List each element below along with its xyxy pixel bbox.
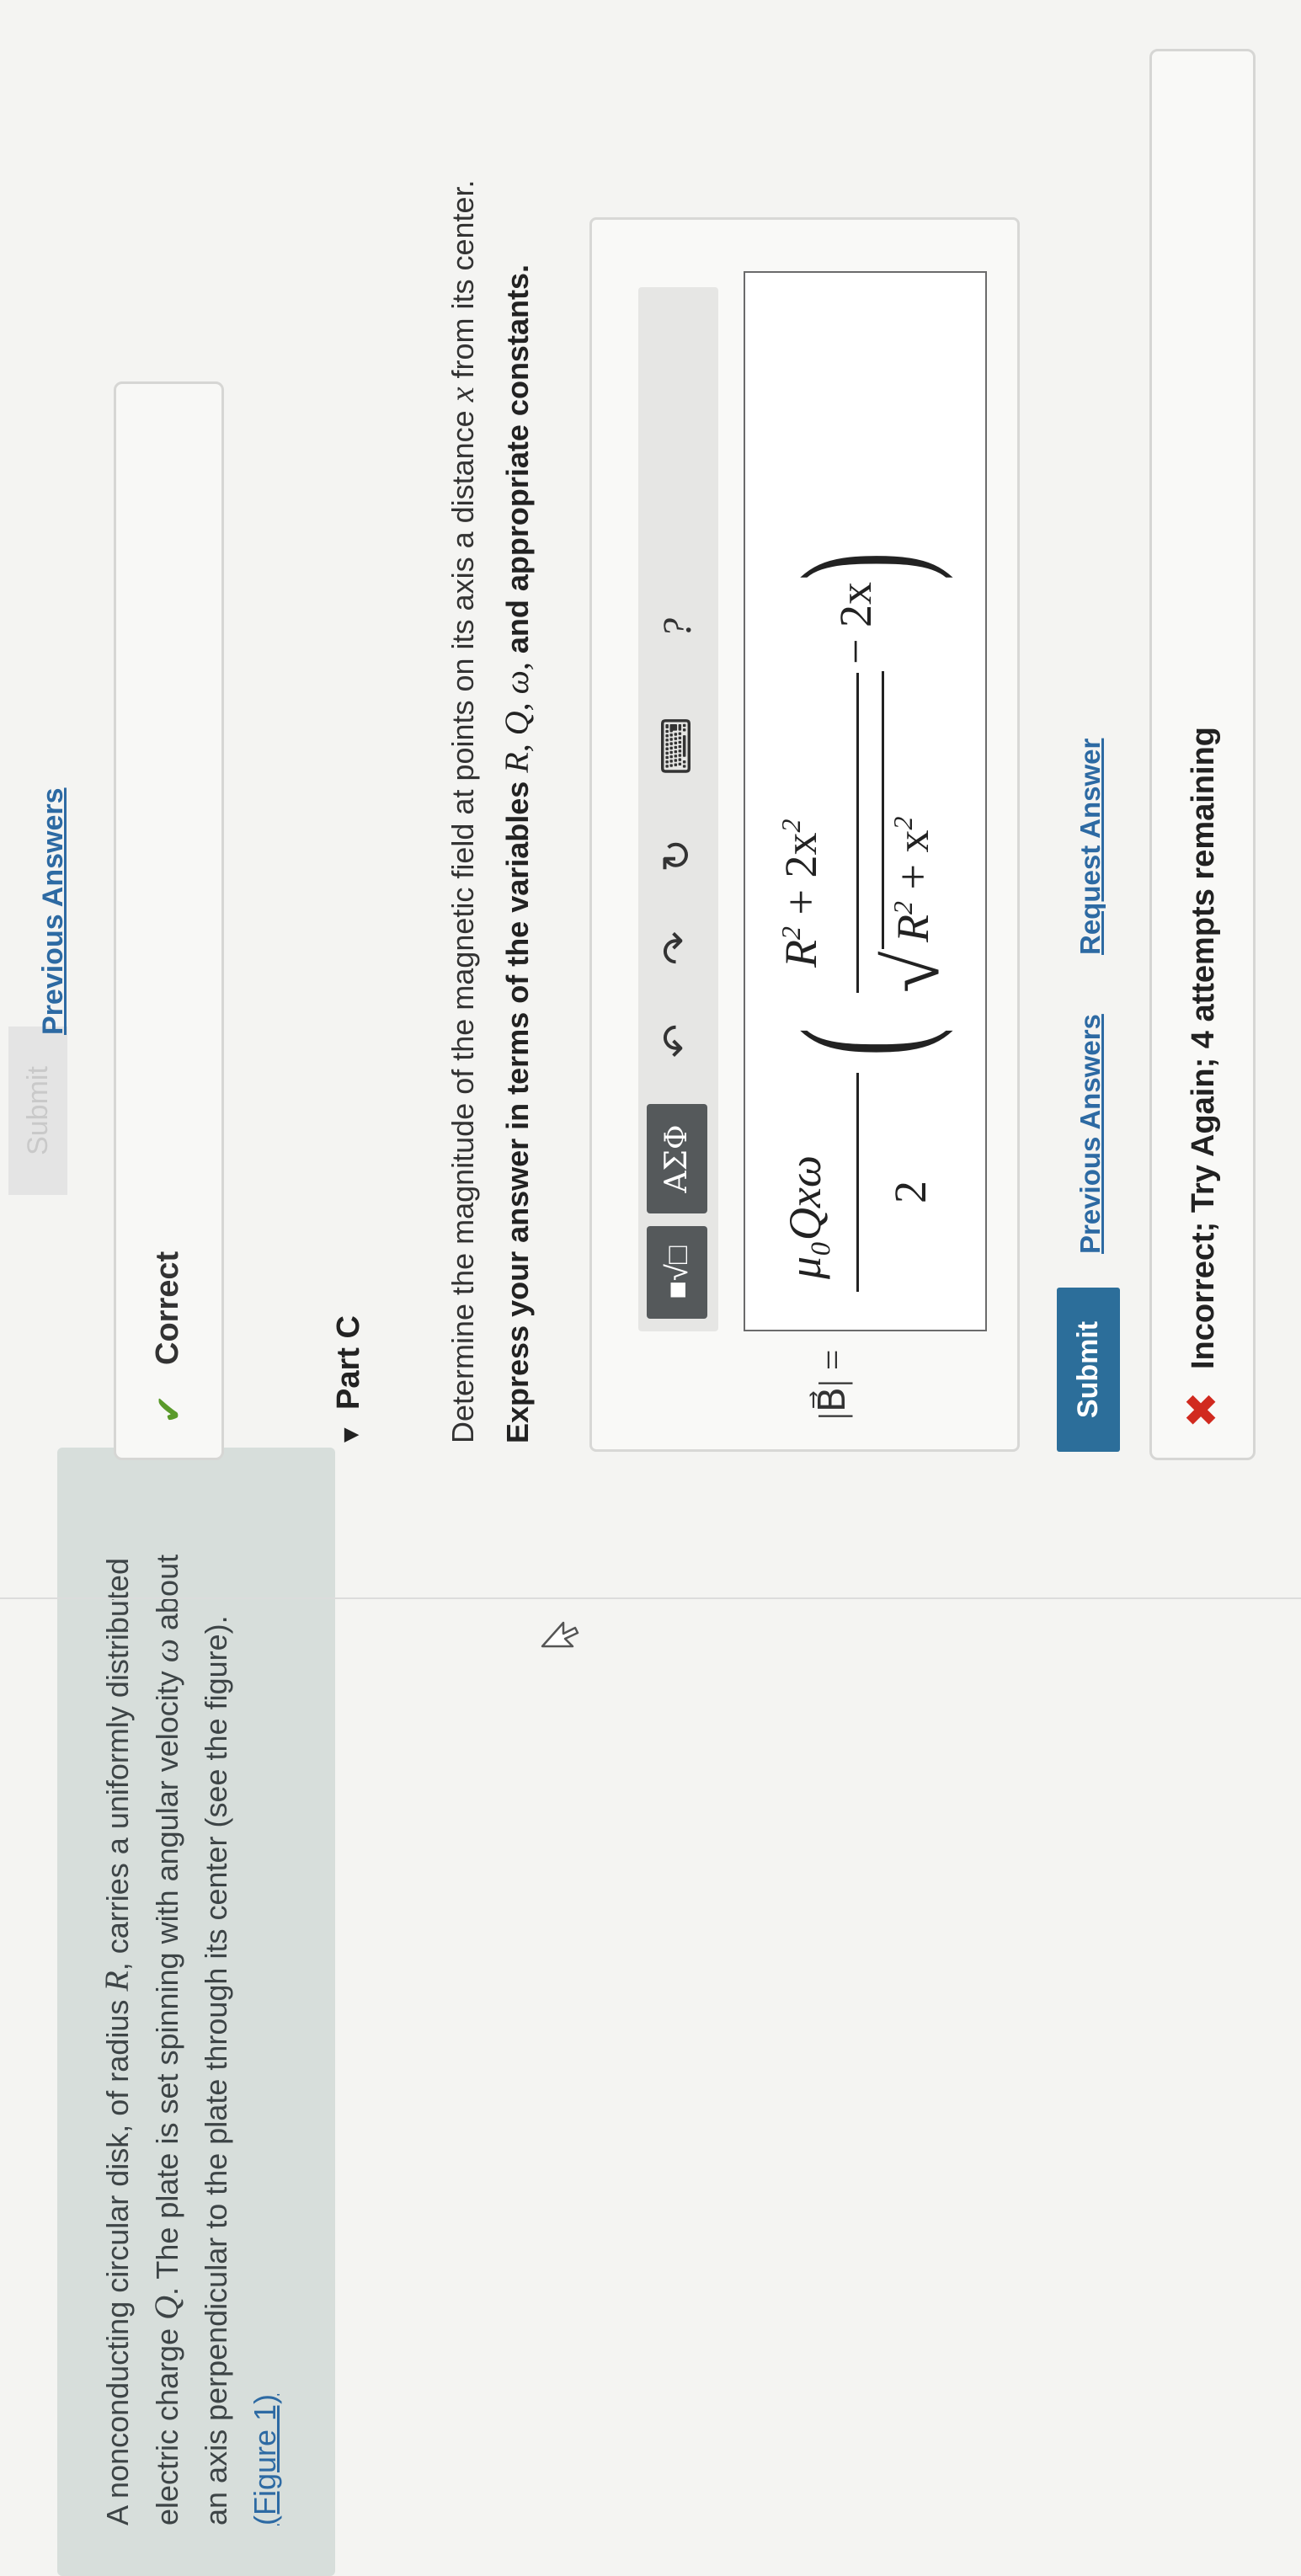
var-R: R	[98, 1971, 136, 1992]
submit-button[interactable]: Submit	[1057, 1288, 1120, 1452]
answer-input[interactable]: μ₀Qxω 2 ( R2 + 2x2 √ R2 + x2 − 2x )	[744, 271, 987, 1331]
correct-feedback: ✔ Correct	[114, 381, 224, 1460]
left-paren: (	[768, 1027, 954, 1056]
inner-numerator: R2 + 2x2	[776, 819, 826, 968]
inner-denominator: R2 + x2	[888, 816, 938, 942]
redo-icon[interactable]: ↷	[648, 919, 707, 978]
correct-label: Correct	[150, 1251, 185, 1365]
check-icon: ✔	[149, 1394, 189, 1424]
request-answer-link[interactable]: Request Answer	[1074, 739, 1106, 955]
formula-denominator: 2	[885, 1181, 936, 1203]
x-icon: ✖	[1178, 1391, 1227, 1428]
answer-lhs: |B⃗| =	[812, 1349, 853, 1420]
undo-icon[interactable]: ↶	[648, 1011, 707, 1070]
help-icon[interactable]: ?	[648, 599, 707, 658]
previous-submit-button: Submit	[8, 1027, 67, 1195]
part-title[interactable]: Part C	[331, 1315, 367, 1410]
mouse-cursor-icon	[541, 1621, 579, 1648]
templates-button[interactable]: ■√□	[647, 1226, 707, 1319]
sqrt-bar	[882, 671, 884, 949]
problem-text: A nonconducting circular disk, of radius…	[98, 1554, 282, 2525]
reset-icon[interactable]: ↻	[648, 826, 707, 885]
symbols-button[interactable]: ΑΣΦ	[647, 1104, 707, 1213]
incorrect-feedback: ✖ Incorrect; Try Again; 4 attempts remai…	[1149, 49, 1256, 1460]
feedback-message: Incorrect; Try Again; 4 attempts remaini…	[1186, 727, 1221, 1369]
answer-instruction: Express your answer in terms of the vari…	[498, 264, 536, 1443]
fraction-bar	[856, 673, 859, 993]
keyboard-icon[interactable]: ⌨	[648, 708, 707, 784]
collapse-triangle-icon[interactable]: ▼	[337, 1422, 365, 1448]
math-toolbar: ■√□ ΑΣΦ ↶ ↷ ↻ ⌨ ?	[638, 287, 718, 1331]
fraction-bar	[856, 1073, 859, 1292]
right-paren: )	[768, 552, 954, 580]
problem-panel: A nonconducting circular disk, of radius…	[57, 1448, 335, 2576]
var-omega: ω	[147, 1639, 185, 1663]
var-Q: Q	[147, 2296, 185, 2320]
previous-answers-link-top[interactable]: Previous Answers	[37, 787, 70, 1035]
page: A nonconducting circular disk, of radius…	[0, 0, 1301, 2576]
sqrt-sign: √	[872, 951, 955, 993]
figure-link[interactable]: (Figure 1)	[248, 2394, 282, 2525]
formula-tail: − 2x	[830, 582, 881, 664]
answer-panel: |B⃗| = ■√□ ΑΣΦ ↶ ↷ ↻ ⌨ ? μ₀Qxω 2 ( R2 + …	[589, 217, 1020, 1452]
previous-answers-link[interactable]: Previous Answers	[1074, 1014, 1106, 1254]
column-divider	[0, 1597, 1301, 1599]
question-prompt: Determine the magnitude of the magnetic …	[443, 179, 481, 1443]
formula-numerator: μ₀Qxω	[780, 1155, 830, 1279]
